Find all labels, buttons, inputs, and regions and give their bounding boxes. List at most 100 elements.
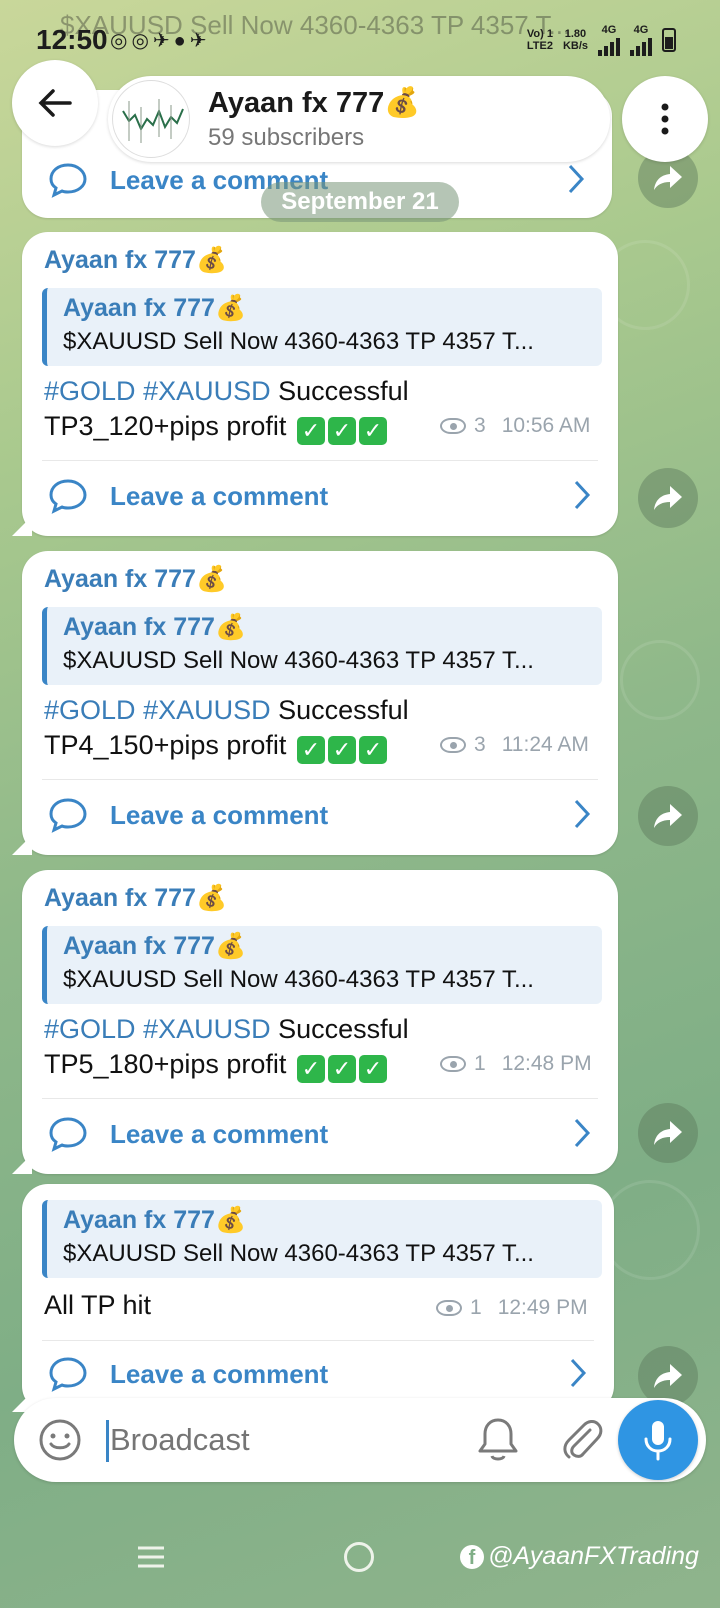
message-bubble: Ayaan fx 777💰 $XAUUSD Sell Now 4360-4363…: [12, 1184, 614, 1412]
share-button[interactable]: [638, 1103, 698, 1163]
microphone-icon: [644, 1421, 672, 1461]
message-meta: 3 11:24 AM: [440, 733, 589, 757]
status-indicators: Vo) 1 LTE2 1.80 KB/s 4G 4G: [527, 24, 676, 56]
view-count: 3: [474, 733, 486, 756]
message-sender[interactable]: Ayaan fx 777💰: [44, 884, 227, 913]
comment-bubble-icon: [49, 479, 87, 514]
share-button[interactable]: [638, 786, 698, 846]
arrow-left-icon: [38, 89, 72, 117]
message-meta: 3 10:56 AM: [440, 414, 590, 438]
message-time: 12:49 PM: [497, 1296, 588, 1319]
check-box-icon: ✓: [358, 1055, 387, 1083]
hashtag-xauusd[interactable]: #XAUUSD: [143, 1014, 271, 1044]
text-caret: [106, 1420, 109, 1462]
silent-broadcast-button[interactable]: [476, 1416, 520, 1469]
comment-bubble-icon: [49, 1117, 87, 1152]
chevron-right-icon: [574, 1118, 591, 1148]
check-box-icon: ✓: [327, 736, 356, 764]
hashtag-gold[interactable]: #GOLD: [44, 1014, 136, 1044]
message-text: #GOLD #XAUUSD Successful TP4_150+pips pr…: [44, 695, 409, 764]
check-box-icon: ✓: [327, 1055, 356, 1083]
leave-comment-label: Leave a comment: [110, 1358, 329, 1389]
status-time: 12:50: [36, 24, 108, 55]
net-speed: 1.80 KB/s: [562, 28, 588, 52]
share-button[interactable]: [638, 1346, 698, 1406]
voice-message-button[interactable]: [618, 1400, 698, 1480]
reply-text: $XAUUSD Sell Now 4360-4363 TP 4357 T...: [63, 647, 534, 674]
broadcast-input[interactable]: [110, 1418, 440, 1462]
reply-quote[interactable]: Ayaan fx 777💰 $XAUUSD Sell Now 4360-4363…: [42, 1200, 602, 1278]
message-text: #GOLD #XAUUSD Successful TP3_120+pips pr…: [44, 376, 409, 445]
subscriber-count: 59 subscribers: [208, 124, 365, 151]
check-box-icon: ✓: [296, 417, 325, 445]
leave-comment-button[interactable]: Leave a comment: [48, 468, 592, 524]
channel-header[interactable]: Ayaan fx 777💰 59 subscribers: [108, 76, 610, 162]
message-sender[interactable]: Ayaan fx 777💰: [44, 246, 227, 275]
status-bar: 12:50 ◎◎✈●✈ Vo) 1 LTE2 1.80 KB/s 4G 4G: [0, 0, 720, 80]
hashtag-gold[interactable]: #GOLD: [44, 376, 136, 406]
eye-icon: [440, 418, 466, 434]
message-time: 12:48 PM: [501, 1052, 592, 1075]
paperclip-icon: [563, 1420, 603, 1459]
chevron-right-icon: [574, 799, 591, 829]
reply-text: $XAUUSD Sell Now 4360-4363 TP 4357 T...: [63, 966, 534, 993]
date-separator: September 21: [261, 182, 459, 222]
comment-bubble-icon: [49, 1357, 87, 1392]
emoji-button[interactable]: [38, 1418, 82, 1467]
message-text: #GOLD #XAUUSD Successful TP5_180+pips pr…: [44, 1014, 409, 1083]
view-count: 3: [474, 414, 486, 437]
leave-comment-label: Leave a comment: [110, 480, 329, 511]
volte-indicator: Vo) 1 LTE2: [526, 28, 553, 52]
eye-icon: [436, 1300, 462, 1316]
leave-comment-button[interactable]: Leave a comment: [48, 1346, 588, 1402]
reply-sender: Ayaan fx 777💰: [63, 932, 247, 960]
watermark-text: @AyaanFXTrading: [488, 1542, 699, 1570]
leave-comment-button[interactable]: Leave a comment: [48, 1106, 592, 1162]
facebook-icon: f: [460, 1544, 484, 1569]
message-bubble: Ayaan fx 777💰 Ayaan fx 777💰 $XAUUSD Sell…: [12, 232, 618, 536]
reply-sender: Ayaan fx 777💰: [63, 613, 247, 641]
leave-comment-label: Leave a comment: [110, 1118, 329, 1149]
sim2-signal-icon: 4G: [630, 24, 652, 56]
bell-icon: [478, 1418, 518, 1461]
chevron-right-icon: [568, 164, 585, 194]
eye-icon: [440, 737, 466, 753]
leave-comment-label: Leave a comment: [110, 799, 329, 830]
chevron-right-icon: [574, 480, 591, 510]
message-time: 11:24 AM: [501, 733, 589, 756]
check-box-icon: ✓: [296, 736, 325, 764]
chevron-right-icon: [570, 1358, 587, 1388]
hashtag-gold[interactable]: #GOLD: [44, 695, 136, 725]
reply-sender: Ayaan fx 777💰: [63, 1206, 247, 1234]
divider: [42, 460, 598, 461]
message-meta: 1 12:48 PM: [440, 1052, 592, 1076]
share-button[interactable]: [638, 468, 698, 528]
reply-quote[interactable]: Ayaan fx 777💰 $XAUUSD Sell Now 4360-4363…: [42, 607, 602, 685]
share-arrow-icon: [654, 1364, 682, 1388]
sim1-signal-icon: 4G: [598, 24, 620, 56]
share-arrow-icon: [654, 804, 682, 828]
leave-comment-button[interactable]: Leave a comment: [48, 787, 592, 843]
channel-title: Ayaan fx 777💰: [208, 87, 421, 119]
notification-icons: ◎◎✈●✈: [110, 30, 211, 52]
message-sender[interactable]: Ayaan fx 777💰: [44, 565, 227, 594]
comment-bubble-icon: [49, 798, 87, 833]
menu-lines-icon: [138, 1546, 164, 1568]
reply-text: $XAUUSD Sell Now 4360-4363 TP 4357 T...: [63, 328, 534, 355]
bubble-tail: [12, 835, 32, 855]
message-composer: [14, 1398, 706, 1482]
hashtag-xauusd[interactable]: #XAUUSD: [143, 695, 271, 725]
recent-apps-button[interactable]: [136, 1544, 166, 1575]
more-vertical-icon: [661, 103, 669, 135]
hashtag-xauusd[interactable]: #XAUUSD: [143, 376, 271, 406]
channel-avatar[interactable]: [112, 80, 190, 158]
reply-text: $XAUUSD Sell Now 4360-4363 TP 4357 T...: [63, 1240, 534, 1267]
watermark: f @AyaanFXTrading: [460, 1542, 699, 1571]
reply-quote[interactable]: Ayaan fx 777💰 $XAUUSD Sell Now 4360-4363…: [42, 926, 602, 1004]
share-arrow-icon: [654, 486, 682, 510]
more-options-button[interactable]: [622, 76, 708, 162]
view-count: 1: [470, 1296, 482, 1319]
home-button[interactable]: [344, 1542, 374, 1572]
reply-quote[interactable]: Ayaan fx 777💰 $XAUUSD Sell Now 4360-4363…: [42, 288, 602, 366]
attach-button[interactable]: [560, 1416, 604, 1469]
